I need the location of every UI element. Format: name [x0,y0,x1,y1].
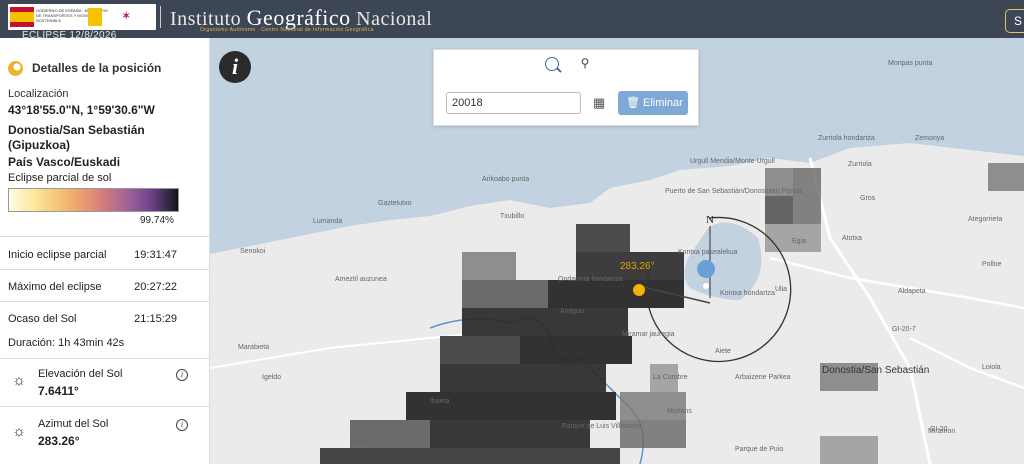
city-name: Donostia/San Sebastián (Gipuzkoa) [8,123,145,152]
government-logo: GOBIERNO DE ESPAÑA · MINISTERIO DE TRANS… [8,4,156,30]
map-label: Parque de Puio [735,446,784,453]
map-label: Senokoi [240,248,266,255]
map-label: Kontxa pasealekua [678,249,738,256]
search-panel: ⚲ ▦ 🗑 Eliminar [433,49,699,126]
ministry-emblem-icon [88,8,102,26]
map-label: Gaztelutxo [378,200,412,207]
map-label: Arbaizene Parkea [735,374,791,381]
time-value-sunset: 21:15:29 [134,313,177,325]
divider [0,301,209,302]
delete-label: Eliminar [643,97,683,109]
search-input[interactable] [446,92,581,114]
coordinates: 43°18'55.0"N, 1°59'30.6"W [8,103,155,117]
map-label: Polloe [982,261,1002,268]
sun-elevation-icon: ☼ [12,372,26,389]
government-text: GOBIERNO DE ESPAÑA · MINISTERIO DE TRANS… [36,8,108,23]
zoom-search-icon[interactable] [545,57,559,71]
map-label: Antiguo [560,308,584,315]
map-label: Igeldo [262,374,282,381]
map-label: Parque de Luis Villasante [562,423,642,430]
region-name: País Vasco/Euskadi [8,155,121,169]
map-label: Lumanda [313,218,343,225]
map-label: GI-20 [930,426,948,433]
map-label: Morlans [667,408,692,415]
location-marker-icon[interactable]: ⚲ [579,56,591,72]
map-label: Ameztil auzunea [335,276,387,283]
divider [0,269,209,270]
map-label: Zubieta [350,438,374,445]
eclipse-icon [8,61,23,76]
elevation-label: Elevación del Sol [38,368,123,380]
map-label: Ulia [775,286,788,293]
panel-title: Detalles de la posición [32,61,162,75]
map-label: Marabieta [238,344,270,351]
magnitude-percent: 99.74% [140,215,174,226]
map-label: Zemoriya [915,135,945,142]
divider [0,236,209,237]
position-details-panel: Detalles de la posición Localización 43°… [0,38,210,464]
time-label-start: Inicio eclipse parcial [8,249,107,261]
cnig-logo-icon: ✶ [122,11,131,22]
delete-button[interactable]: 🗑 Eliminar [618,91,688,115]
divider [0,358,209,359]
map-label: Puerto de San Sebastián/Donostiako Portu… [665,188,803,195]
map-label: Egia [792,238,807,245]
map-view[interactable]: Monpas punta Zurriola hondartza Zemoriya… [210,38,1024,464]
azimuth-label: Azimut del Sol [38,418,109,430]
divider [0,406,209,407]
eclipse-duration: Duración: 1h 43min 42s [8,337,125,349]
magnitude-gradient-bar [8,188,179,212]
trash-icon: 🗑 [626,97,640,109]
map-label: Aldapeta [898,288,926,295]
map-icon[interactable]: ▦ [593,95,609,110]
map-label: Kontxa hondartza [720,290,775,297]
map-label: Ondarreta hondartza [558,276,623,283]
azimuth-value: 283.26° [38,434,80,448]
azimuth-overlay-label: 283.26° [620,261,655,272]
elevation-info-icon[interactable]: i [176,369,188,381]
time-label-sunset: Ocaso del Sol [8,313,77,325]
map-label: Ategorrieta [968,216,1003,223]
map-label: Miramar jauregia [622,331,675,338]
time-label-max: Máximo del eclipse [8,281,102,293]
time-value-max: 20:27:22 [134,281,177,293]
map-label: Loiola [982,364,1001,371]
sun-azimuth-icon: ☼ [12,423,26,440]
map-label: Zurriola hondartza [818,135,875,142]
map-label: Donostia/San Sebastián [822,365,930,376]
map-label: Monpas punta [888,60,933,67]
map-label: Ibaeta [430,398,450,405]
north-label: N [706,214,714,226]
app-header: GOBIERNO DE ESPAÑA · MINISTERIO DE TRANS… [0,0,1024,41]
map-info-button[interactable]: i [219,51,251,83]
map-label: Urgull Mendia/Monte Urgull [690,158,775,165]
ign-divider [160,6,168,28]
map-label: Atotxa [842,235,862,242]
eclipse-type: Eclipse parcial de sol [8,172,112,184]
azimuth-info-icon[interactable]: i [176,419,188,431]
map-label: Aiete [715,348,731,355]
spain-shield-icon [10,7,34,27]
ign-subtitle: Organismo Autónomo · Centro Nacional de … [200,27,374,33]
location-label: Localización [8,88,69,100]
time-value-start: 19:31:47 [134,249,177,261]
map-label: Arikoabo punta [482,176,530,183]
map-label: GI-20-7 [892,326,916,333]
header-action-button[interactable]: S [1005,9,1024,33]
panel-header: Detalles de la posición [8,60,198,78]
map-label: Gros [860,195,876,202]
map-label: La Cumbre [653,374,688,381]
map-label: Txubillo [500,213,525,220]
map-label: Zurriola [848,161,872,168]
sun-marker [633,284,645,296]
elevation-value: 7.6411° [38,384,79,398]
